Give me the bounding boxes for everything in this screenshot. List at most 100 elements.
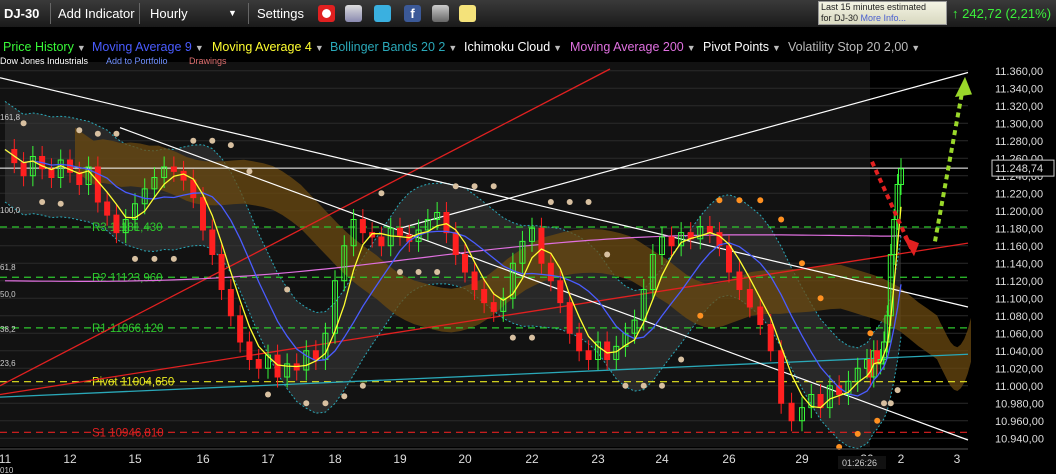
candle-body [443,212,450,234]
candle-body [209,229,216,255]
volatility-stop-dot [246,168,253,175]
candle-body [378,236,385,247]
y-tick-label: 11.020,00 [995,363,1043,375]
candle-body [668,236,675,247]
legend-item[interactable]: Bollinger Bands 20 2 ▼ [330,40,457,54]
legend-item[interactable]: Moving Average 9 ▼ [92,40,204,54]
volatility-stop-dot [547,199,554,205]
candle-body [227,289,234,317]
fib-label: 23,6 [0,359,16,368]
candle-body [359,219,366,234]
x-tick-label: 24 [655,452,669,466]
instrument-name: Dow Jones Industrials [0,56,89,66]
chevron-down-icon: ▼ [314,43,324,53]
volatility-stop-dot [678,356,685,363]
delay-notice: Last 15 minutes estimated for DJ-30 More… [818,1,947,25]
volatility-stop-dot [151,255,158,262]
more-info-link[interactable]: More Info... [861,13,907,23]
notice-line1: Last 15 minutes estimated [821,2,927,12]
volatility-stop-dot [265,391,271,398]
x-tick-label: 29 [795,452,809,466]
change-value: 242,72 (2,21%) [962,6,1052,21]
volatility-stop-dot [659,382,665,389]
volatility-stop-dot [887,400,894,407]
y-tick-label: 11.100,00 [995,293,1043,305]
legend-label: Moving Average 4 [212,40,312,54]
volatility-stop-dot [341,393,348,400]
volatility-stop-dot [640,382,647,389]
settings-button[interactable]: Settings [257,0,304,27]
x-tick-label: 15 [128,452,142,466]
pivot-label: R2 11123,960 [92,272,163,284]
legend-item[interactable]: Pivot Points ▼ [703,40,781,54]
interval-select[interactable]: Hourly ▼ [150,0,237,27]
y-tick-label: 10.980,00 [995,398,1044,410]
y-tick-label: 10.940,00 [995,433,1044,445]
legend-item[interactable]: Volatility Stop 20 2,00 ▼ [788,40,920,54]
legend-label: Moving Average 200 [570,40,684,54]
chevron-down-icon: ▼ [76,43,86,53]
time-label: 01:26:26 [842,458,877,468]
candle-body [538,227,545,264]
volatility-stop-dot [397,269,403,275]
legend-label: Pivot Points [703,40,770,54]
volatility-stop-dot [57,200,64,207]
candle-body [778,350,785,404]
candle-body [706,226,713,234]
candle-body [397,227,403,236]
legend-item[interactable]: Price History ▼ [3,40,86,54]
legend-label: Bollinger Bands 20 2 [330,40,446,54]
candle-body [490,302,497,312]
legend-label: Moving Average 9 [92,40,192,54]
print-icon[interactable] [345,5,362,22]
volatility-stop-dot [415,269,422,275]
volatility-stop-dot [113,130,120,137]
candle-body [566,302,573,334]
add-to-portfolio-link[interactable]: Add to Portfolio [106,56,168,66]
volatility-stop-dot [566,199,573,205]
volatility-stop-dot [378,190,385,197]
legend-item[interactable]: Ichimoku Cloud ▼ [464,40,562,54]
facebook-icon[interactable]: f [404,5,421,22]
note-icon[interactable] [459,5,476,22]
symbol-label[interactable]: DJ-30 [4,0,39,27]
legend-item[interactable]: Moving Average 200 ▼ [570,40,696,54]
y-tick-label: 11.280,00 [995,136,1043,148]
fib-label: 161,8 [0,113,21,122]
legend-item[interactable]: Moving Average 4 ▼ [212,40,324,54]
twitter-icon[interactable] [374,5,391,22]
volatility-stop-dot [359,382,366,389]
x-tick-label: 12 [63,452,77,466]
candle-body [788,402,795,422]
y-tick-label: 11.140,00 [995,258,1043,270]
candle-body [237,315,244,343]
x-tick-label: 16 [196,452,210,466]
volatility-stop-dot [322,400,329,407]
candle-body [246,341,253,360]
y-tick-label: 11.220,00 [995,188,1043,200]
camera-icon[interactable] [432,5,449,22]
price-chart[interactable]: R3 11181,430R2 11123,960R1 11066,120Pivo… [0,27,1056,474]
candle-body [255,359,262,369]
drawings-link[interactable]: Drawings [189,56,227,66]
volatility-stop-dot [434,269,441,275]
volatility-stop-dot [799,260,805,267]
add-indicator-button[interactable]: Add Indicator [58,0,135,27]
candle-body [180,170,187,181]
candle-body [726,245,732,273]
x-tick-label: 17 [261,452,275,466]
candle-body [757,306,764,325]
candle-body [767,324,774,352]
chevron-down-icon: ▼ [228,8,237,18]
alarm-clock-icon[interactable] [318,5,335,22]
x-tick-label: 20 [458,452,472,466]
volatility-stop-dot [881,400,887,407]
x-partial-label: 010 [0,466,14,474]
candle-body [604,341,611,360]
volatility-stop-dot [854,430,861,437]
candle-body [452,232,459,255]
candle-body [104,201,111,216]
fib-label: 100,0 [0,206,21,215]
volatility-stop-dot [132,255,138,262]
x-tick-label: 11 [0,452,12,466]
